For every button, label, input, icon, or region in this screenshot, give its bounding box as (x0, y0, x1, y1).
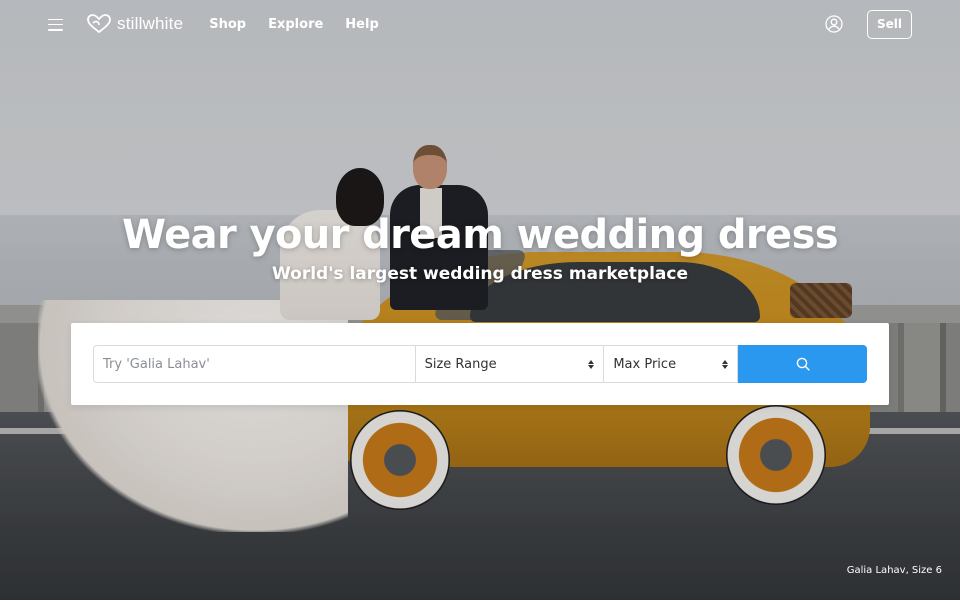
car-rear-wheel (726, 405, 826, 505)
stone-wall-cap (0, 305, 960, 323)
menu-line (48, 18, 63, 21)
hamburger-menu-icon[interactable] (48, 18, 63, 31)
hero-background-photo (0, 0, 960, 600)
road-line (0, 428, 960, 434)
hero-headline: Wear your dream wedding dress World's la… (0, 212, 960, 284)
user-account-icon[interactable] (825, 15, 843, 33)
nav-help-link[interactable]: Help (345, 17, 378, 32)
select-arrows-icon (588, 359, 595, 369)
logo-text: stillwhite (117, 14, 184, 33)
header-actions: Sell (825, 9, 912, 39)
picnic-basket (790, 283, 852, 318)
search-icon (796, 357, 810, 371)
hero-subtitle: World's largest wedding dress marketplac… (272, 264, 688, 284)
photo-caption: Galia Lahav, Size 6 (846, 565, 942, 576)
road (0, 412, 960, 600)
size-range-label: Size Range (424, 356, 497, 372)
car-front-wheel (350, 410, 450, 510)
search-input[interactable] (93, 345, 416, 383)
main-nav: Shop Explore Help (209, 17, 379, 32)
menu-line (48, 28, 63, 31)
search-panel: Size Range Max Price (71, 323, 889, 405)
max-price-select[interactable]: Max Price (604, 345, 739, 383)
groom-head (413, 145, 447, 189)
site-header: stillwhite Shop Explore Help Sell (0, 0, 960, 48)
search-button[interactable] (738, 345, 867, 383)
nav-explore-link[interactable]: Explore (268, 17, 323, 32)
size-range-select[interactable]: Size Range (415, 345, 605, 383)
sell-button[interactable]: Sell (866, 9, 912, 39)
heart-logo-icon (87, 14, 111, 34)
select-arrows-icon (722, 359, 729, 369)
site-logo[interactable]: stillwhite (87, 14, 183, 34)
hero-title: Wear your dream wedding dress (121, 212, 839, 258)
max-price-label: Max Price (613, 356, 677, 372)
nav-shop-link[interactable]: Shop (209, 17, 246, 32)
menu-line (48, 23, 63, 26)
